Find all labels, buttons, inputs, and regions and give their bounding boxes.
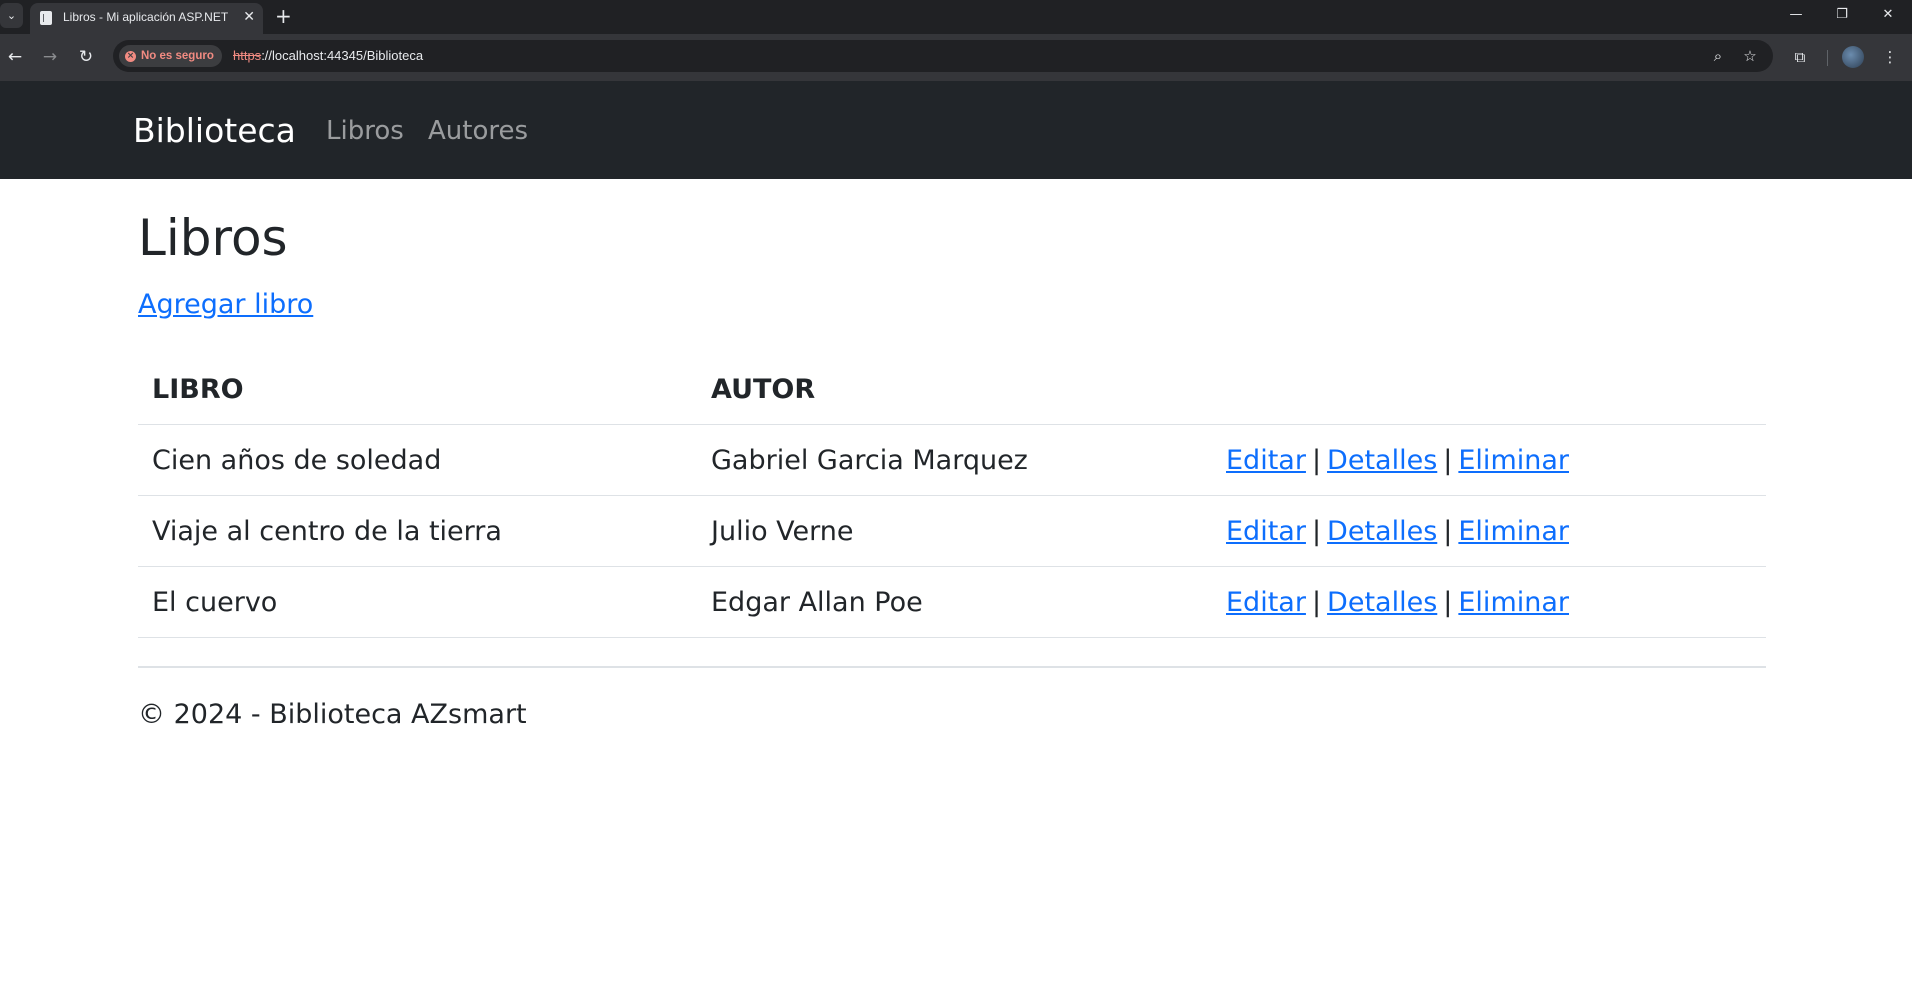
nav-link-autores[interactable]: Autores — [428, 116, 528, 146]
security-chip-label: No es seguro — [141, 50, 214, 62]
action-separator: | — [1311, 586, 1322, 618]
cell-libro: Cien años de soledad — [138, 424, 697, 496]
address-bar[interactable]: × No es seguro https://localhost:44345/B… — [113, 40, 1773, 72]
cell-autor: Gabriel Garcia Marquez — [697, 424, 1212, 496]
back-arrow-icon[interactable]: ← — [2, 44, 28, 70]
more-menu-icon[interactable]: ⋮ — [1878, 45, 1902, 69]
delete-link[interactable]: Eliminar — [1458, 445, 1569, 476]
navbar-brand[interactable]: Biblioteca — [133, 111, 296, 150]
details-link[interactable]: Detalles — [1327, 516, 1437, 547]
url-text[interactable]: https://localhost:44345/Biblioteca — [233, 48, 423, 63]
cell-actions: Editar | Detalles | Eliminar — [1212, 495, 1766, 567]
edit-link[interactable]: Editar — [1226, 516, 1306, 547]
footer-divider — [138, 666, 1766, 668]
delete-link[interactable]: Eliminar — [1458, 587, 1569, 618]
close-tab-icon[interactable]: ✕ — [243, 9, 255, 25]
books-table: LIBRO AUTOR Cien años de soledad Gabriel… — [138, 354, 1766, 638]
cell-libro: Viaje al centro de la tierra — [138, 495, 697, 567]
footer-text: © 2024 - Biblioteca AZsmart — [138, 699, 527, 730]
edit-link[interactable]: Editar — [1226, 445, 1306, 476]
close-window-icon[interactable]: ✕ — [1865, 3, 1911, 27]
column-header-autor: AUTOR — [697, 354, 1212, 425]
page-favicon-icon — [40, 11, 52, 25]
details-link[interactable]: Detalles — [1327, 587, 1437, 618]
nav-link-libros[interactable]: Libros — [326, 116, 404, 146]
column-header-libro: LIBRO — [138, 354, 697, 425]
delete-link[interactable]: Eliminar — [1458, 516, 1569, 547]
cell-actions: Editar | Detalles | Eliminar — [1212, 566, 1766, 638]
browser-tabstrip: ⌄ Libros - Mi aplicación ASP.NET ✕ + — ❐… — [0, 0, 1912, 34]
cell-autor: Julio Verne — [697, 495, 1212, 567]
table-header-row: LIBRO AUTOR — [138, 354, 1766, 425]
zoom-icon[interactable]: ⌕ — [1707, 45, 1729, 67]
add-book-link[interactable]: Agregar libro — [138, 289, 313, 320]
action-separator: | — [1443, 515, 1453, 547]
table-row: Viaje al centro de la tierra Julio Verne… — [138, 495, 1766, 567]
table-row: Cien años de soledad Gabriel Garcia Marq… — [138, 424, 1766, 496]
url-path: ://localhost:44345/Biblioteca — [261, 48, 424, 63]
forward-arrow-icon[interactable]: → — [37, 44, 63, 70]
url-scheme: https — [233, 48, 262, 63]
table-row: El cuervo Edgar Allan Poe Editar | Detalle… — [138, 566, 1766, 638]
profile-avatar[interactable] — [1842, 46, 1864, 68]
action-separator: | — [1443, 444, 1453, 476]
site-navbar: Biblioteca Libros Autores — [0, 81, 1912, 179]
action-separator: | — [1311, 444, 1322, 476]
toolbar-divider — [1827, 50, 1828, 66]
minimize-icon[interactable]: — — [1773, 3, 1819, 27]
edit-link[interactable]: Editar — [1226, 587, 1306, 618]
action-separator: | — [1311, 515, 1322, 547]
tab-title: Libros - Mi aplicación ASP.NET — [63, 10, 229, 24]
cell-libro: El cuervo — [138, 566, 697, 638]
restore-icon[interactable]: ❐ — [1819, 3, 1865, 27]
cell-actions: Editar | Detalles | Eliminar — [1212, 424, 1766, 496]
page-title: Libros — [138, 209, 288, 267]
browser-toolbar: ← → ↻ × No es seguro https://localhost:4… — [0, 34, 1912, 81]
warning-icon: × — [125, 50, 136, 62]
browser-tab[interactable]: Libros - Mi aplicación ASP.NET ✕ — [30, 3, 263, 34]
cell-autor: Edgar Allan Poe — [697, 566, 1212, 638]
bookmark-star-icon[interactable]: ☆ — [1739, 45, 1761, 67]
new-tab-button[interactable]: + — [275, 4, 292, 28]
extensions-icon[interactable]: ⧉ — [1788, 45, 1812, 69]
tab-search-button[interactable]: ⌄ — [0, 3, 23, 28]
security-chip[interactable]: × No es seguro — [119, 45, 222, 67]
chevron-down-icon: ⌄ — [6, 9, 17, 22]
details-link[interactable]: Detalles — [1327, 445, 1437, 476]
column-header-actions — [1212, 354, 1766, 425]
reload-icon[interactable]: ↻ — [73, 44, 99, 70]
action-separator: | — [1443, 586, 1453, 618]
